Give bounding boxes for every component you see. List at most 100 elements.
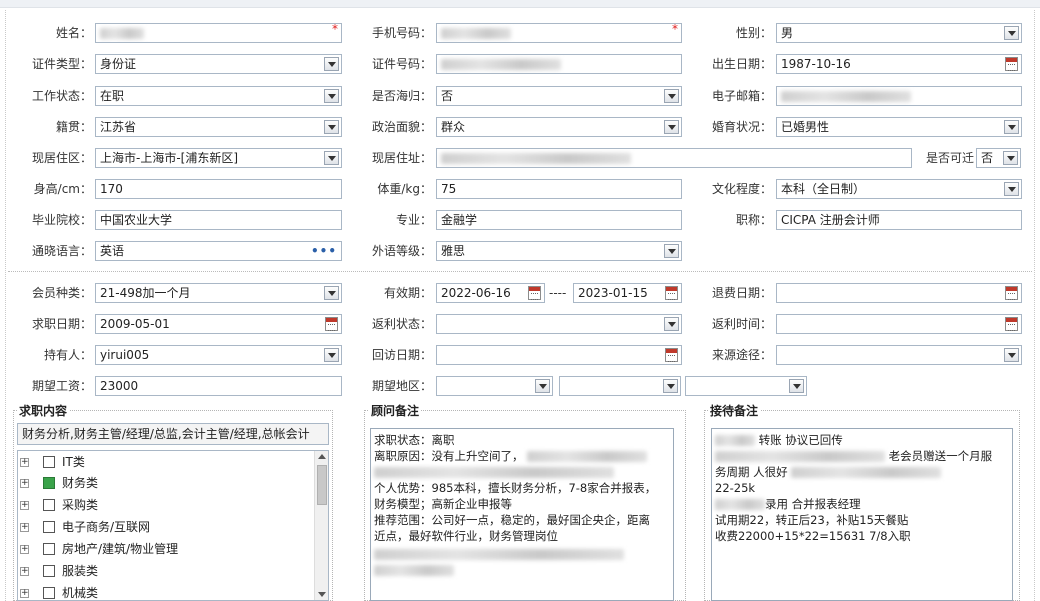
phone-label: 手机号码： xyxy=(371,26,432,40)
tree-scrollbar[interactable] xyxy=(314,451,328,600)
birth-date-label: 出生日期： xyxy=(711,57,772,71)
refund-date-field[interactable] xyxy=(776,283,1022,303)
chevron-down-icon[interactable] xyxy=(664,89,679,103)
rebate-time-field[interactable] xyxy=(776,314,1022,334)
title-field[interactable]: CICPA 注册会计师 xyxy=(776,210,1022,230)
chevron-down-icon[interactable] xyxy=(1004,120,1019,134)
checkbox[interactable] xyxy=(43,543,55,555)
chevron-down-icon[interactable] xyxy=(789,379,804,393)
scroll-thumb[interactable] xyxy=(317,465,327,505)
tree-item[interactable]: + IT类 xyxy=(18,452,308,472)
education-select[interactable]: 本科（全日制） xyxy=(776,179,1022,199)
chevron-down-icon[interactable] xyxy=(664,244,679,258)
expand-plus-icon[interactable]: + xyxy=(20,501,29,510)
phone-field[interactable]: * xyxy=(436,23,682,43)
consultant-notes-textarea[interactable]: 求职状态：离职 离职原因：没有上升空间了， 个人优势：985本科，擅长财务分析，… xyxy=(370,428,674,601)
holder-select[interactable]: yirui005 xyxy=(95,345,342,365)
checkbox-checked[interactable] xyxy=(43,477,55,489)
tree-item[interactable]: + 采购类 xyxy=(18,495,308,515)
tree-item[interactable]: + 财务类 xyxy=(18,473,308,493)
foreign-level-select[interactable]: 雅思 xyxy=(436,241,682,261)
consultant-notes-title: 顾问备注 xyxy=(369,404,422,418)
tree-item[interactable]: + 房地产/建筑/物业管理 xyxy=(18,539,308,559)
expand-plus-icon[interactable]: + xyxy=(20,545,29,554)
job-date-field[interactable]: 2009-05-01 xyxy=(95,314,342,334)
expand-plus-icon[interactable]: + xyxy=(20,458,29,467)
member-type-select[interactable]: 21-498加一个月 xyxy=(95,283,342,303)
id-number-field[interactable] xyxy=(436,54,682,74)
chevron-down-icon[interactable] xyxy=(1003,151,1018,165)
chevron-down-icon[interactable] xyxy=(324,348,339,362)
chevron-down-icon[interactable] xyxy=(1004,182,1019,196)
calendar-icon[interactable] xyxy=(1005,57,1018,71)
language-field[interactable]: 英语 ••• xyxy=(95,241,342,261)
checkbox[interactable] xyxy=(43,521,55,533)
chevron-down-icon[interactable] xyxy=(324,286,339,300)
chevron-down-icon[interactable] xyxy=(664,120,679,134)
scroll-down-icon[interactable] xyxy=(318,592,326,597)
checkbox[interactable] xyxy=(43,587,55,599)
birth-date-field[interactable]: 1987-10-16 xyxy=(776,54,1022,74)
validity-end-field[interactable]: 2023-01-15 xyxy=(573,283,682,303)
id-type-select[interactable]: 身份证 xyxy=(95,54,342,74)
expand-plus-icon[interactable]: + xyxy=(20,567,29,576)
expected-region-district-select[interactable] xyxy=(685,376,807,396)
chevron-down-icon[interactable] xyxy=(324,151,339,165)
returnee-select[interactable]: 否 xyxy=(436,86,682,106)
residence-area-select[interactable]: 上海市-上海市-[浦东新区] xyxy=(95,148,342,168)
rebate-status-select[interactable] xyxy=(436,314,682,334)
chevron-down-icon[interactable] xyxy=(1004,348,1019,362)
tree-item[interactable]: + 机械类 xyxy=(18,583,308,600)
more-options-icon[interactable]: ••• xyxy=(311,245,337,257)
chevron-down-icon[interactable] xyxy=(324,120,339,134)
job-content-title: 求职内容 xyxy=(17,404,70,418)
expected-salary-label: 期望工资： xyxy=(31,379,92,393)
source-label: 来源途径： xyxy=(711,348,772,362)
calendar-icon[interactable] xyxy=(528,286,541,300)
expand-plus-icon[interactable]: + xyxy=(20,589,29,598)
checkbox[interactable] xyxy=(43,456,55,468)
native-place-select[interactable]: 江苏省 xyxy=(95,117,342,137)
expand-plus-icon[interactable]: + xyxy=(20,479,29,488)
redacted-name xyxy=(100,28,144,39)
job-category-tree[interactable]: + IT类 + 财务类 + 采购类 + 电子商务/互联网 + 房地产/建筑/物业… xyxy=(17,450,329,601)
chevron-down-icon[interactable] xyxy=(535,379,550,393)
chevron-down-icon[interactable] xyxy=(324,89,339,103)
scroll-up-icon[interactable] xyxy=(318,454,326,459)
tree-item[interactable]: + 电子商务/互联网 xyxy=(18,517,308,537)
expected-region-province-select[interactable] xyxy=(436,376,553,396)
political-label: 政治面貌： xyxy=(371,120,432,134)
weight-field[interactable]: 75 xyxy=(436,179,682,199)
visit-date-field[interactable] xyxy=(436,345,682,365)
checkbox[interactable] xyxy=(43,499,55,511)
political-select[interactable]: 群众 xyxy=(436,117,682,137)
chevron-down-icon[interactable] xyxy=(663,379,678,393)
expected-region-city-select[interactable] xyxy=(559,376,681,396)
expected-salary-field[interactable]: 23000 xyxy=(95,376,342,396)
expand-plus-icon[interactable]: + xyxy=(20,523,29,532)
chevron-down-icon[interactable] xyxy=(664,317,679,331)
gender-select[interactable]: 男 xyxy=(776,23,1022,43)
marital-select[interactable]: 已婚男性 xyxy=(776,117,1022,137)
work-status-select[interactable]: 在职 xyxy=(95,86,342,106)
calendar-icon[interactable] xyxy=(1005,286,1018,300)
chevron-down-icon[interactable] xyxy=(1004,26,1019,40)
calendar-icon[interactable] xyxy=(1005,317,1018,331)
tree-item[interactable]: + 服装类 xyxy=(18,561,308,581)
checkbox[interactable] xyxy=(43,565,55,577)
calendar-icon[interactable] xyxy=(665,286,678,300)
reception-notes-textarea[interactable]: 转账 协议已回传 老会员赠送一个月服 务周期 人很好 22-25k 录用 合并报… xyxy=(711,428,1013,601)
chevron-down-icon[interactable] xyxy=(324,57,339,71)
calendar-icon[interactable] xyxy=(325,317,338,331)
name-field[interactable]: * xyxy=(95,23,342,43)
validity-start-field[interactable]: 2022-06-16 xyxy=(436,283,545,303)
height-field[interactable]: 170 xyxy=(95,179,342,199)
address-field[interactable] xyxy=(436,148,912,168)
source-select[interactable] xyxy=(776,345,1022,365)
rebate-status-label: 返利状态： xyxy=(371,317,432,331)
major-field[interactable]: 金融学 xyxy=(436,210,682,230)
email-field[interactable] xyxy=(776,86,1022,106)
calendar-icon[interactable] xyxy=(665,348,678,362)
school-field[interactable]: 中国农业大学 xyxy=(95,210,342,230)
relocate-select[interactable]: 否 xyxy=(976,148,1021,168)
